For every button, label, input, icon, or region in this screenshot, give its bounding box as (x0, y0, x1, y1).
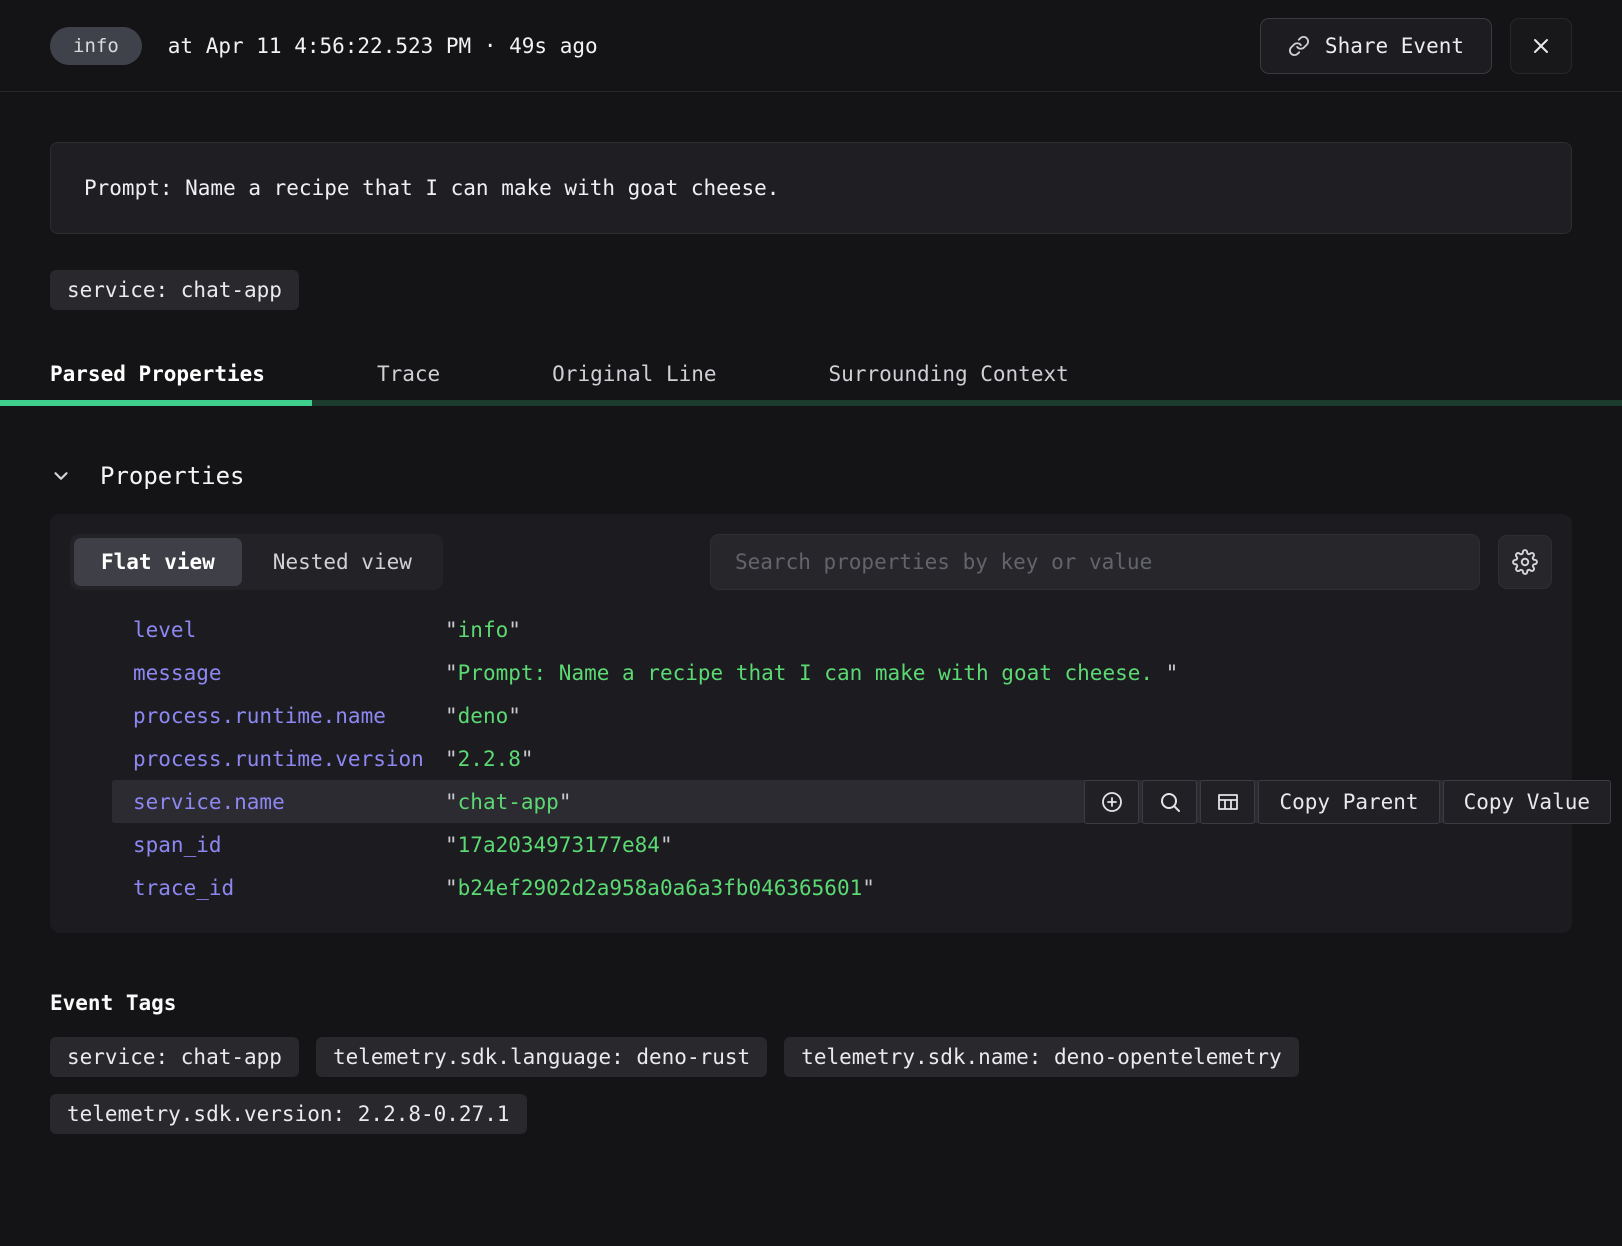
value-quote: " (508, 704, 521, 728)
value-quote: " (1166, 661, 1179, 685)
property-value: "b24ef2902d2a958a0a6a3fb046365601" (445, 876, 875, 900)
event-tag-sdk-version[interactable]: telemetry.sdk.version: 2.2.8-0.27.1 (50, 1094, 527, 1134)
chevron-down-icon (50, 465, 72, 487)
view-toggle: Flat view Nested view (70, 534, 443, 590)
property-key: process.runtime.name (133, 704, 445, 728)
properties-search-input[interactable] (710, 534, 1480, 590)
property-key: span_id (133, 833, 445, 857)
property-key: level (133, 618, 445, 642)
properties-settings-button[interactable] (1498, 535, 1552, 589)
property-value: "Prompt: Name a recipe that I can make w… (445, 661, 1178, 685)
log-message-box: Prompt: Name a recipe that I can make wi… (50, 142, 1572, 234)
property-row-message[interactable]: message "Prompt: Name a recipe that I ca… (50, 651, 1572, 694)
value-quote: " (445, 876, 458, 900)
tab-surrounding-context[interactable]: Surrounding Context (829, 356, 1069, 406)
tab-parsed-properties[interactable]: Parsed Properties (50, 356, 265, 406)
properties-rows: level "info" message "Prompt: Name a rec… (50, 590, 1572, 909)
property-row-runtime-version[interactable]: process.runtime.version "2.2.8" (50, 737, 1572, 780)
value-text: deno (458, 704, 509, 728)
value-quote: " (445, 704, 458, 728)
property-key: process.runtime.version (133, 747, 445, 771)
property-row-span-id[interactable]: span_id "17a2034973177e84" (50, 823, 1572, 866)
value-text: info (458, 618, 509, 642)
property-key: trace_id (133, 876, 445, 900)
log-message-text: Prompt: Name a recipe that I can make wi… (84, 176, 779, 200)
value-text: chat-app (458, 790, 559, 814)
property-row-service-name[interactable]: service.name "chat-app" (112, 780, 1611, 823)
value-quote: " (521, 747, 534, 771)
table-column-button[interactable] (1200, 780, 1255, 824)
value-text: 2.2.8 (458, 747, 521, 771)
property-value: "info" (445, 618, 521, 642)
value-quote: " (445, 833, 458, 857)
value-quote: " (445, 790, 458, 814)
properties-section-header[interactable]: Properties (50, 462, 245, 490)
property-value: "chat-app" (445, 790, 571, 814)
properties-section-title: Properties (100, 462, 245, 490)
copy-value-label: Copy Value (1464, 790, 1590, 814)
copy-parent-button[interactable]: Copy Parent (1258, 780, 1439, 824)
value-quote: " (445, 618, 458, 642)
value-quote: " (445, 747, 458, 771)
event-tag-sdk-language[interactable]: telemetry.sdk.language: deno-rust (316, 1037, 767, 1077)
event-tag-service[interactable]: service: chat-app (50, 1037, 299, 1077)
close-button[interactable] (1510, 18, 1572, 74)
event-tag-sdk-name[interactable]: telemetry.sdk.name: deno-opentelemetry (784, 1037, 1298, 1077)
row-actions: Copy Parent Copy Value (1084, 780, 1611, 824)
event-header: info at Apr 11 4:56:22.523 PM · 49s ago … (0, 0, 1622, 92)
event-tags-list: service: chat-app telemetry.sdk.language… (50, 1037, 1572, 1134)
add-filter-button[interactable] (1084, 780, 1139, 824)
event-tags-section: Event Tags service: chat-app telemetry.s… (50, 991, 1572, 1134)
share-event-label: Share Event (1325, 34, 1464, 58)
property-key: service.name (133, 790, 445, 814)
property-value: "17a2034973177e84" (445, 833, 673, 857)
copy-parent-label: Copy Parent (1279, 790, 1418, 814)
property-row-runtime-name[interactable]: process.runtime.name "deno" (50, 694, 1572, 737)
event-tags-title: Event Tags (50, 991, 1572, 1015)
detail-tabs: Parsed Properties Trace Original Line Su… (0, 356, 1622, 406)
value-quote: " (445, 661, 458, 685)
gear-icon (1512, 549, 1538, 575)
property-key: message (133, 661, 445, 685)
property-row-level[interactable]: level "info" (50, 608, 1572, 651)
tab-trace[interactable]: Trace (377, 356, 440, 406)
value-text: b24ef2902d2a958a0a6a3fb046365601 (458, 876, 863, 900)
tab-original-line[interactable]: Original Line (552, 356, 716, 406)
level-badge: info (50, 27, 142, 65)
value-quote: " (508, 618, 521, 642)
properties-panel: Flat view Nested view level "info" messa… (50, 514, 1572, 933)
table-icon (1216, 790, 1240, 814)
property-value: "2.2.8" (445, 747, 534, 771)
search-icon (1158, 790, 1182, 814)
share-event-button[interactable]: Share Event (1260, 18, 1492, 74)
link-icon (1288, 35, 1310, 57)
value-quote: " (660, 833, 673, 857)
flat-view-button[interactable]: Flat view (74, 538, 242, 586)
copy-value-button[interactable]: Copy Value (1443, 780, 1611, 824)
value-quote: " (559, 790, 572, 814)
event-timestamp: at Apr 11 4:56:22.523 PM · 49s ago (168, 34, 598, 58)
value-quote: " (862, 876, 875, 900)
service-chip[interactable]: service: chat-app (50, 270, 299, 310)
value-text: Prompt: Name a recipe that I can make wi… (458, 661, 1166, 685)
nested-view-button[interactable]: Nested view (246, 538, 439, 586)
close-icon (1529, 34, 1553, 58)
properties-controls: Flat view Nested view (50, 534, 1572, 590)
plus-circle-icon (1100, 790, 1124, 814)
property-value: "deno" (445, 704, 521, 728)
value-text: 17a2034973177e84 (458, 833, 660, 857)
search-value-button[interactable] (1142, 780, 1197, 824)
property-row-trace-id[interactable]: trace_id "b24ef2902d2a958a0a6a3fb0463656… (50, 866, 1572, 909)
